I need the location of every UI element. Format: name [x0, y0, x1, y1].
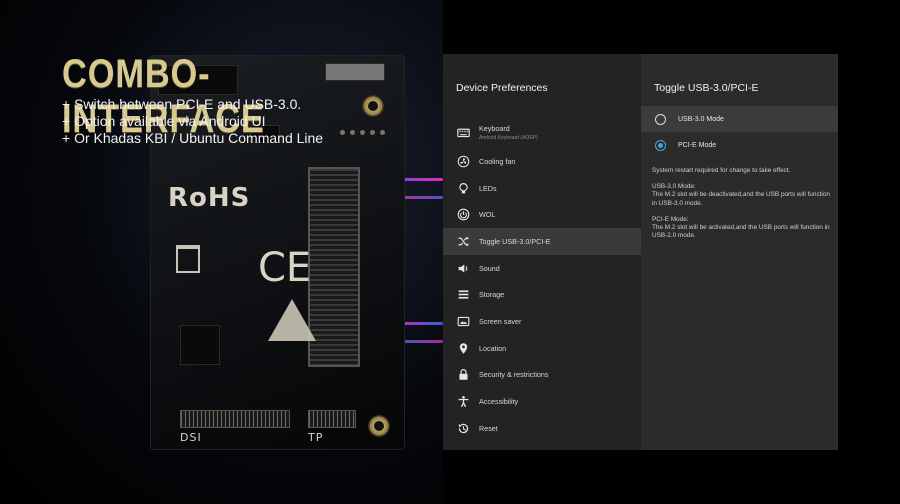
accessibility-icon — [456, 395, 470, 409]
radio-button[interactable] — [655, 113, 666, 125]
nav-item-label: Screen saver — [479, 316, 522, 326]
keyboard-icon — [456, 125, 470, 139]
nav-item-screen-saver[interactable]: Screen saver — [443, 308, 641, 335]
weee-bin-icon — [176, 245, 200, 273]
nav-item-wol[interactable]: WOL — [443, 201, 641, 228]
nav-item-label: Keyboard — [479, 123, 510, 133]
tp-connector — [308, 410, 356, 428]
location-pin-icon — [456, 341, 470, 355]
hero-banner: RoHS CE DSI TP COMBO-INTERFACE + Switch … — [0, 0, 443, 504]
restart-note: System restart required for change to ta… — [652, 167, 791, 174]
mode-description: System restart required for change to ta… — [652, 167, 830, 248]
storage-icon — [456, 288, 470, 302]
shuffle-icon — [456, 234, 470, 248]
nav-item-label: Location — [479, 343, 507, 353]
hero-feature-list: + Switch between PCI-E and USB-3.0. + Op… — [62, 96, 323, 147]
lock-icon — [456, 368, 470, 382]
nav-item-cooling-fan[interactable]: Cooling fan — [443, 148, 641, 175]
settings-window: Device Preferences Keyboard Android Keyb… — [443, 54, 838, 450]
option-label: USB-3.0 Mode — [678, 115, 724, 123]
nav-item-label: Sound — [479, 263, 500, 273]
speaker-icon — [456, 261, 470, 275]
nav-item-accessibility[interactable]: Accessibility — [443, 388, 641, 415]
nav-item-label: Security & restrictions — [479, 370, 549, 380]
toggle-detail-panel: Toggle USB-3.0/PCI-E USB-3.0 Mode PCI-E … — [641, 54, 838, 450]
nav-item-label: Storage — [479, 290, 505, 300]
nav-item-security[interactable]: Security & restrictions — [443, 362, 641, 389]
usb3-heading: USB-3.0 Mode: — [652, 183, 696, 191]
detail-title: Toggle USB-3.0/PCI-E — [654, 82, 759, 94]
chip — [180, 325, 220, 365]
option-usb3-mode[interactable]: USB-3.0 Mode — [641, 106, 838, 132]
nav-item-label: LEDs — [479, 183, 497, 193]
device-preferences-panel: Device Preferences Keyboard Android Keyb… — [443, 54, 641, 450]
pcie-heading: PCI-E Mode: — [652, 215, 689, 223]
rohs-mark: RoHS — [168, 183, 251, 213]
nav-item-leds[interactable]: LEDs — [443, 175, 641, 202]
ce-mark: CE — [258, 245, 312, 291]
preferences-list: Keyboard Android Keyboard (AOSP) Cooling… — [443, 116, 641, 442]
nav-item-storage[interactable]: Storage — [443, 281, 641, 308]
pcie-description: PCI-E Mode: The M.2 slot will be activat… — [652, 216, 830, 241]
radio-button-checked[interactable] — [655, 139, 666, 151]
dsi-connector — [180, 410, 290, 428]
nav-item-label: Reset — [479, 423, 498, 433]
nav-item-sound[interactable]: Sound — [443, 255, 641, 282]
usb3-text: The M.2 slot will be deactivated,and the… — [652, 191, 830, 207]
usb3-description: USB-3.0 Mode: The M.2 slot will be deact… — [652, 183, 830, 208]
nav-item-toggle-usb-pcie[interactable]: Toggle USB-3.0/PCI-E — [443, 228, 641, 255]
khadas-logo-icon — [268, 299, 316, 341]
option-pcie-mode[interactable]: PCI-E Mode — [641, 132, 838, 158]
power-icon — [456, 208, 470, 222]
option-label: PCI-E Mode — [678, 141, 717, 149]
mode-options: USB-3.0 Mode PCI-E Mode — [641, 106, 838, 158]
reset-icon — [456, 421, 470, 435]
nav-item-location[interactable]: Location — [443, 335, 641, 362]
nav-item-sublabel: Android Keyboard (AOSP) — [479, 134, 538, 141]
nav-item-keyboard[interactable]: Keyboard Android Keyboard (AOSP) — [443, 116, 641, 148]
bulb-icon — [456, 181, 470, 195]
mount-hole — [368, 415, 390, 437]
nav-item-label: WOL — [479, 210, 496, 220]
nav-item-label: Accessibility — [479, 397, 519, 407]
nav-item-label: Toggle USB-3.0/PCI-E — [479, 236, 551, 246]
fan-icon — [456, 154, 470, 168]
nav-item-label: Cooling fan — [479, 156, 516, 166]
nav-item-reset[interactable]: Reset — [443, 415, 641, 442]
hero-feature-line: + Option available via Android UI — [62, 113, 266, 129]
hero-feature-line: + Or Khadas KBI / Ubuntu Command Line — [62, 130, 324, 146]
hero-feature-line: + Switch between PCI-E and USB-3.0. — [62, 96, 302, 112]
pcie-text: The M.2 slot will be activated,and the U… — [652, 224, 830, 240]
screen-icon — [456, 314, 470, 328]
panel-title: Device Preferences — [456, 82, 548, 94]
tp-label: TP — [308, 431, 324, 444]
dsi-label: DSI — [180, 431, 202, 444]
